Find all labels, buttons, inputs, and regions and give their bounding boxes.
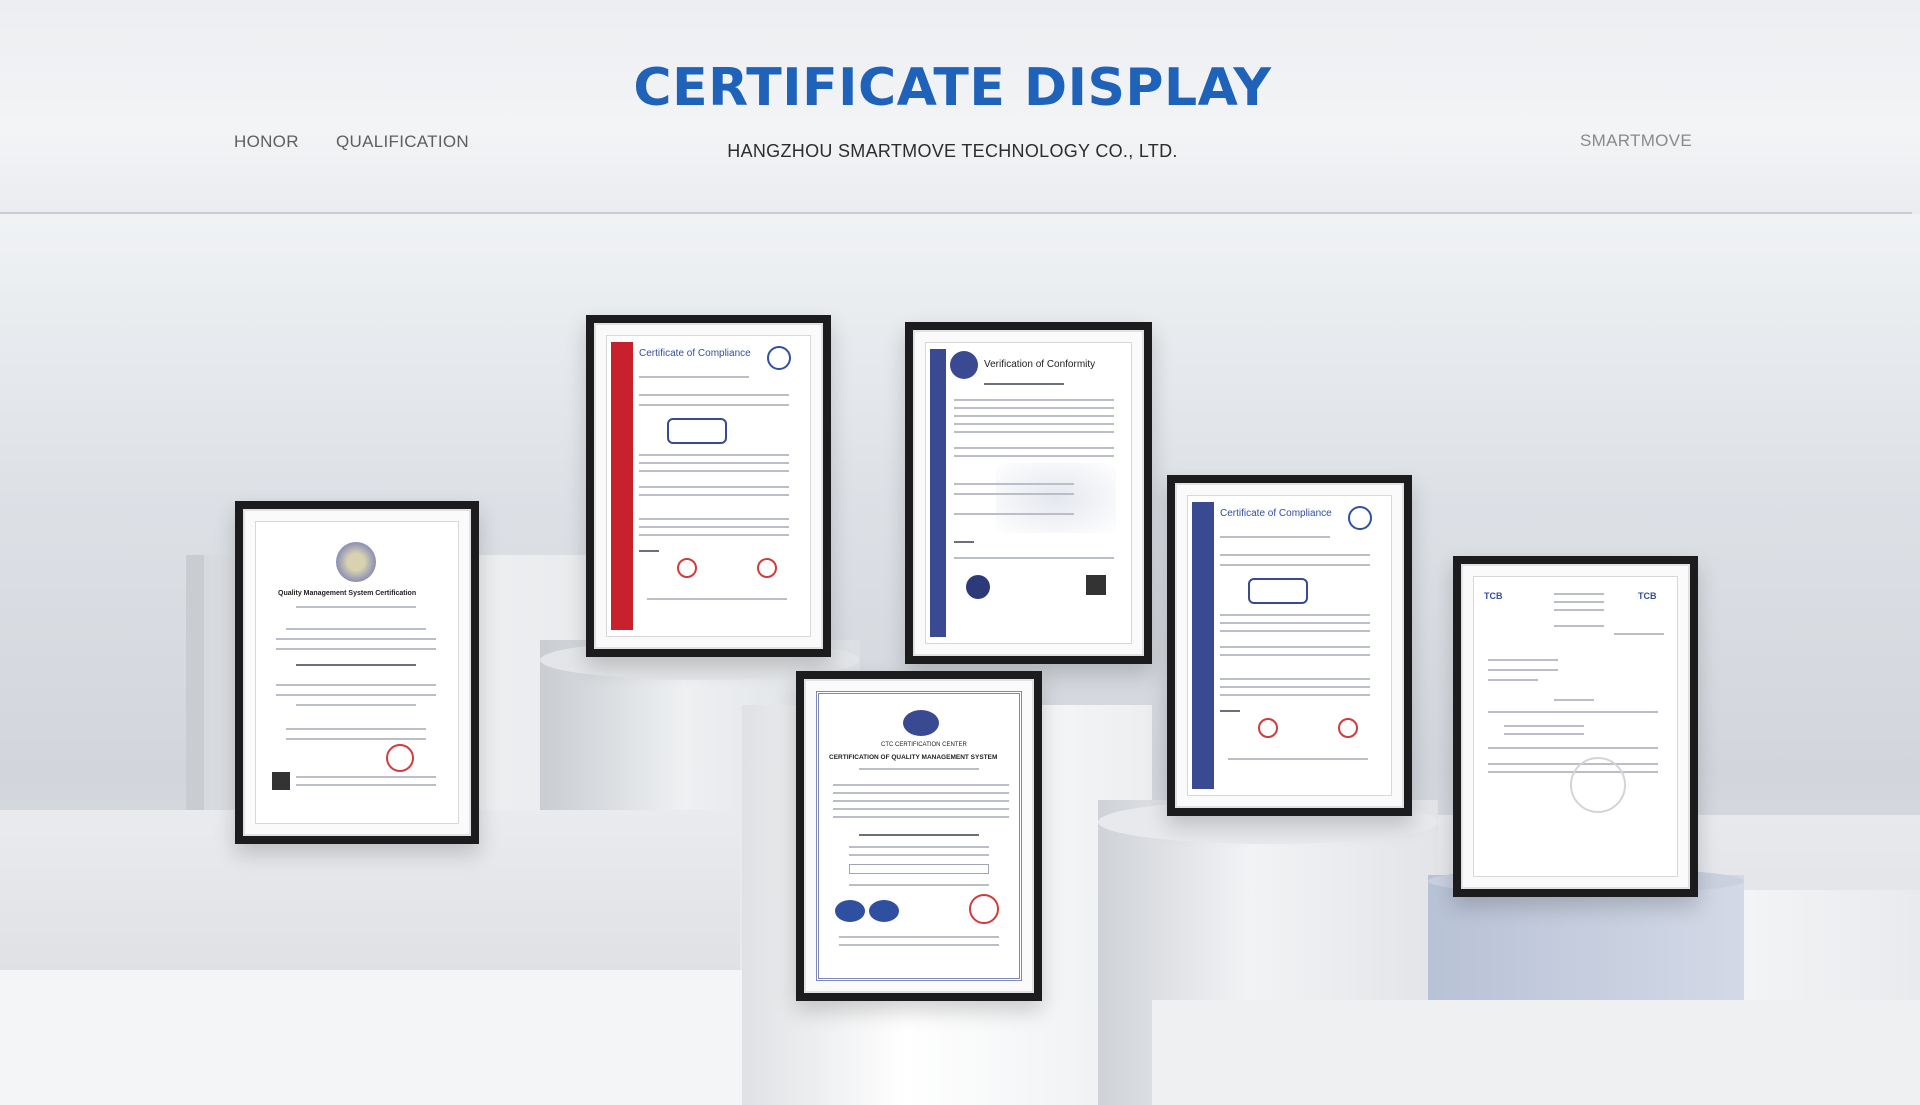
page-title: CERTIFICATE DISPLAY: [633, 58, 1272, 118]
certificate-frame-compliance-2[interactable]: Certificate of Compliance: [1167, 475, 1412, 816]
certificate-heading: CERTIFICATION OF QUALITY MANAGEMENT SYST…: [829, 754, 998, 761]
certificate-frame-tcb[interactable]: TCB TCB: [1453, 556, 1698, 897]
certificate-frame-quality-management[interactable]: Quality Management System Certification: [235, 501, 479, 844]
certificate-heading: TCB: [1484, 591, 1503, 601]
certificate-heading: Certificate of Compliance: [1220, 508, 1332, 519]
certificate-frame-verification-conformity[interactable]: Verification of Conformity: [905, 322, 1152, 664]
nav-honor[interactable]: HONOR: [234, 132, 299, 152]
certificate-heading: Certificate of Compliance: [639, 348, 751, 359]
certificate-frame-compliance-1[interactable]: Certificate of Compliance: [586, 315, 831, 657]
certificate-heading: Quality Management System Certification: [278, 590, 417, 597]
certificate-heading: Verification of Conformity: [984, 359, 1096, 370]
header-divider: [0, 212, 1912, 214]
certificate-frame-ctc-quality[interactable]: CTC CERTIFICATION CENTER CERTIFICATION O…: [796, 671, 1042, 1001]
brand-label: SMARTMOVE: [1580, 131, 1692, 150]
nav-qualification[interactable]: QUALIFICATION: [336, 132, 469, 152]
